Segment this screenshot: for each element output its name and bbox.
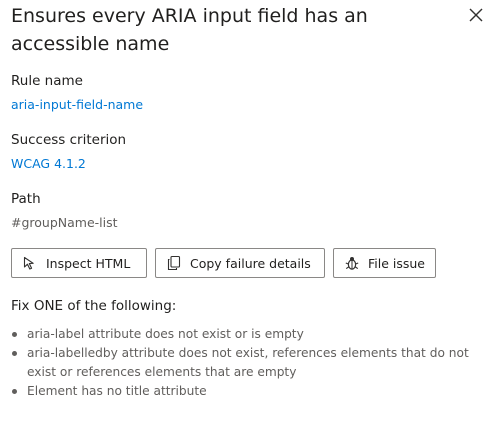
rule-name-link[interactable]: aria-input-field-name xyxy=(11,96,143,114)
fix-list-item: Element has no title attribute xyxy=(11,382,491,401)
bug-icon xyxy=(345,257,359,270)
close-button[interactable] xyxy=(466,5,486,25)
failure-details-panel: Ensures every ARIA input field has an ac… xyxy=(0,0,504,425)
copy-failure-details-button[interactable]: Copy failure details xyxy=(155,248,325,278)
success-criterion-label: Success criterion xyxy=(11,132,127,148)
path-value: #groupName-list xyxy=(11,215,118,230)
inspect-icon xyxy=(23,256,34,270)
path-label: Path xyxy=(11,191,41,207)
panel-title: Ensures every ARIA input field has an ac… xyxy=(11,5,368,55)
copy-failure-details-label: Copy failure details xyxy=(190,255,311,271)
fix-heading: Fix ONE of the following: xyxy=(11,298,177,314)
rule-name-label: Rule name xyxy=(11,73,83,89)
fix-list-item: aria-labelledby attribute does not exist… xyxy=(11,344,491,382)
close-icon xyxy=(469,8,483,22)
inspect-html-button[interactable]: Inspect HTML xyxy=(11,248,147,278)
inspect-html-label: Inspect HTML xyxy=(46,255,131,271)
file-issue-label: File issue xyxy=(368,255,426,271)
success-criterion-link[interactable]: WCAG 4.1.2 xyxy=(11,155,86,173)
copy-icon xyxy=(167,255,181,271)
file-issue-button[interactable]: File issue xyxy=(333,248,436,278)
fix-list: aria-label attribute does not exist or i… xyxy=(11,325,491,401)
fix-list-item: aria-label attribute does not exist or i… xyxy=(11,325,491,344)
